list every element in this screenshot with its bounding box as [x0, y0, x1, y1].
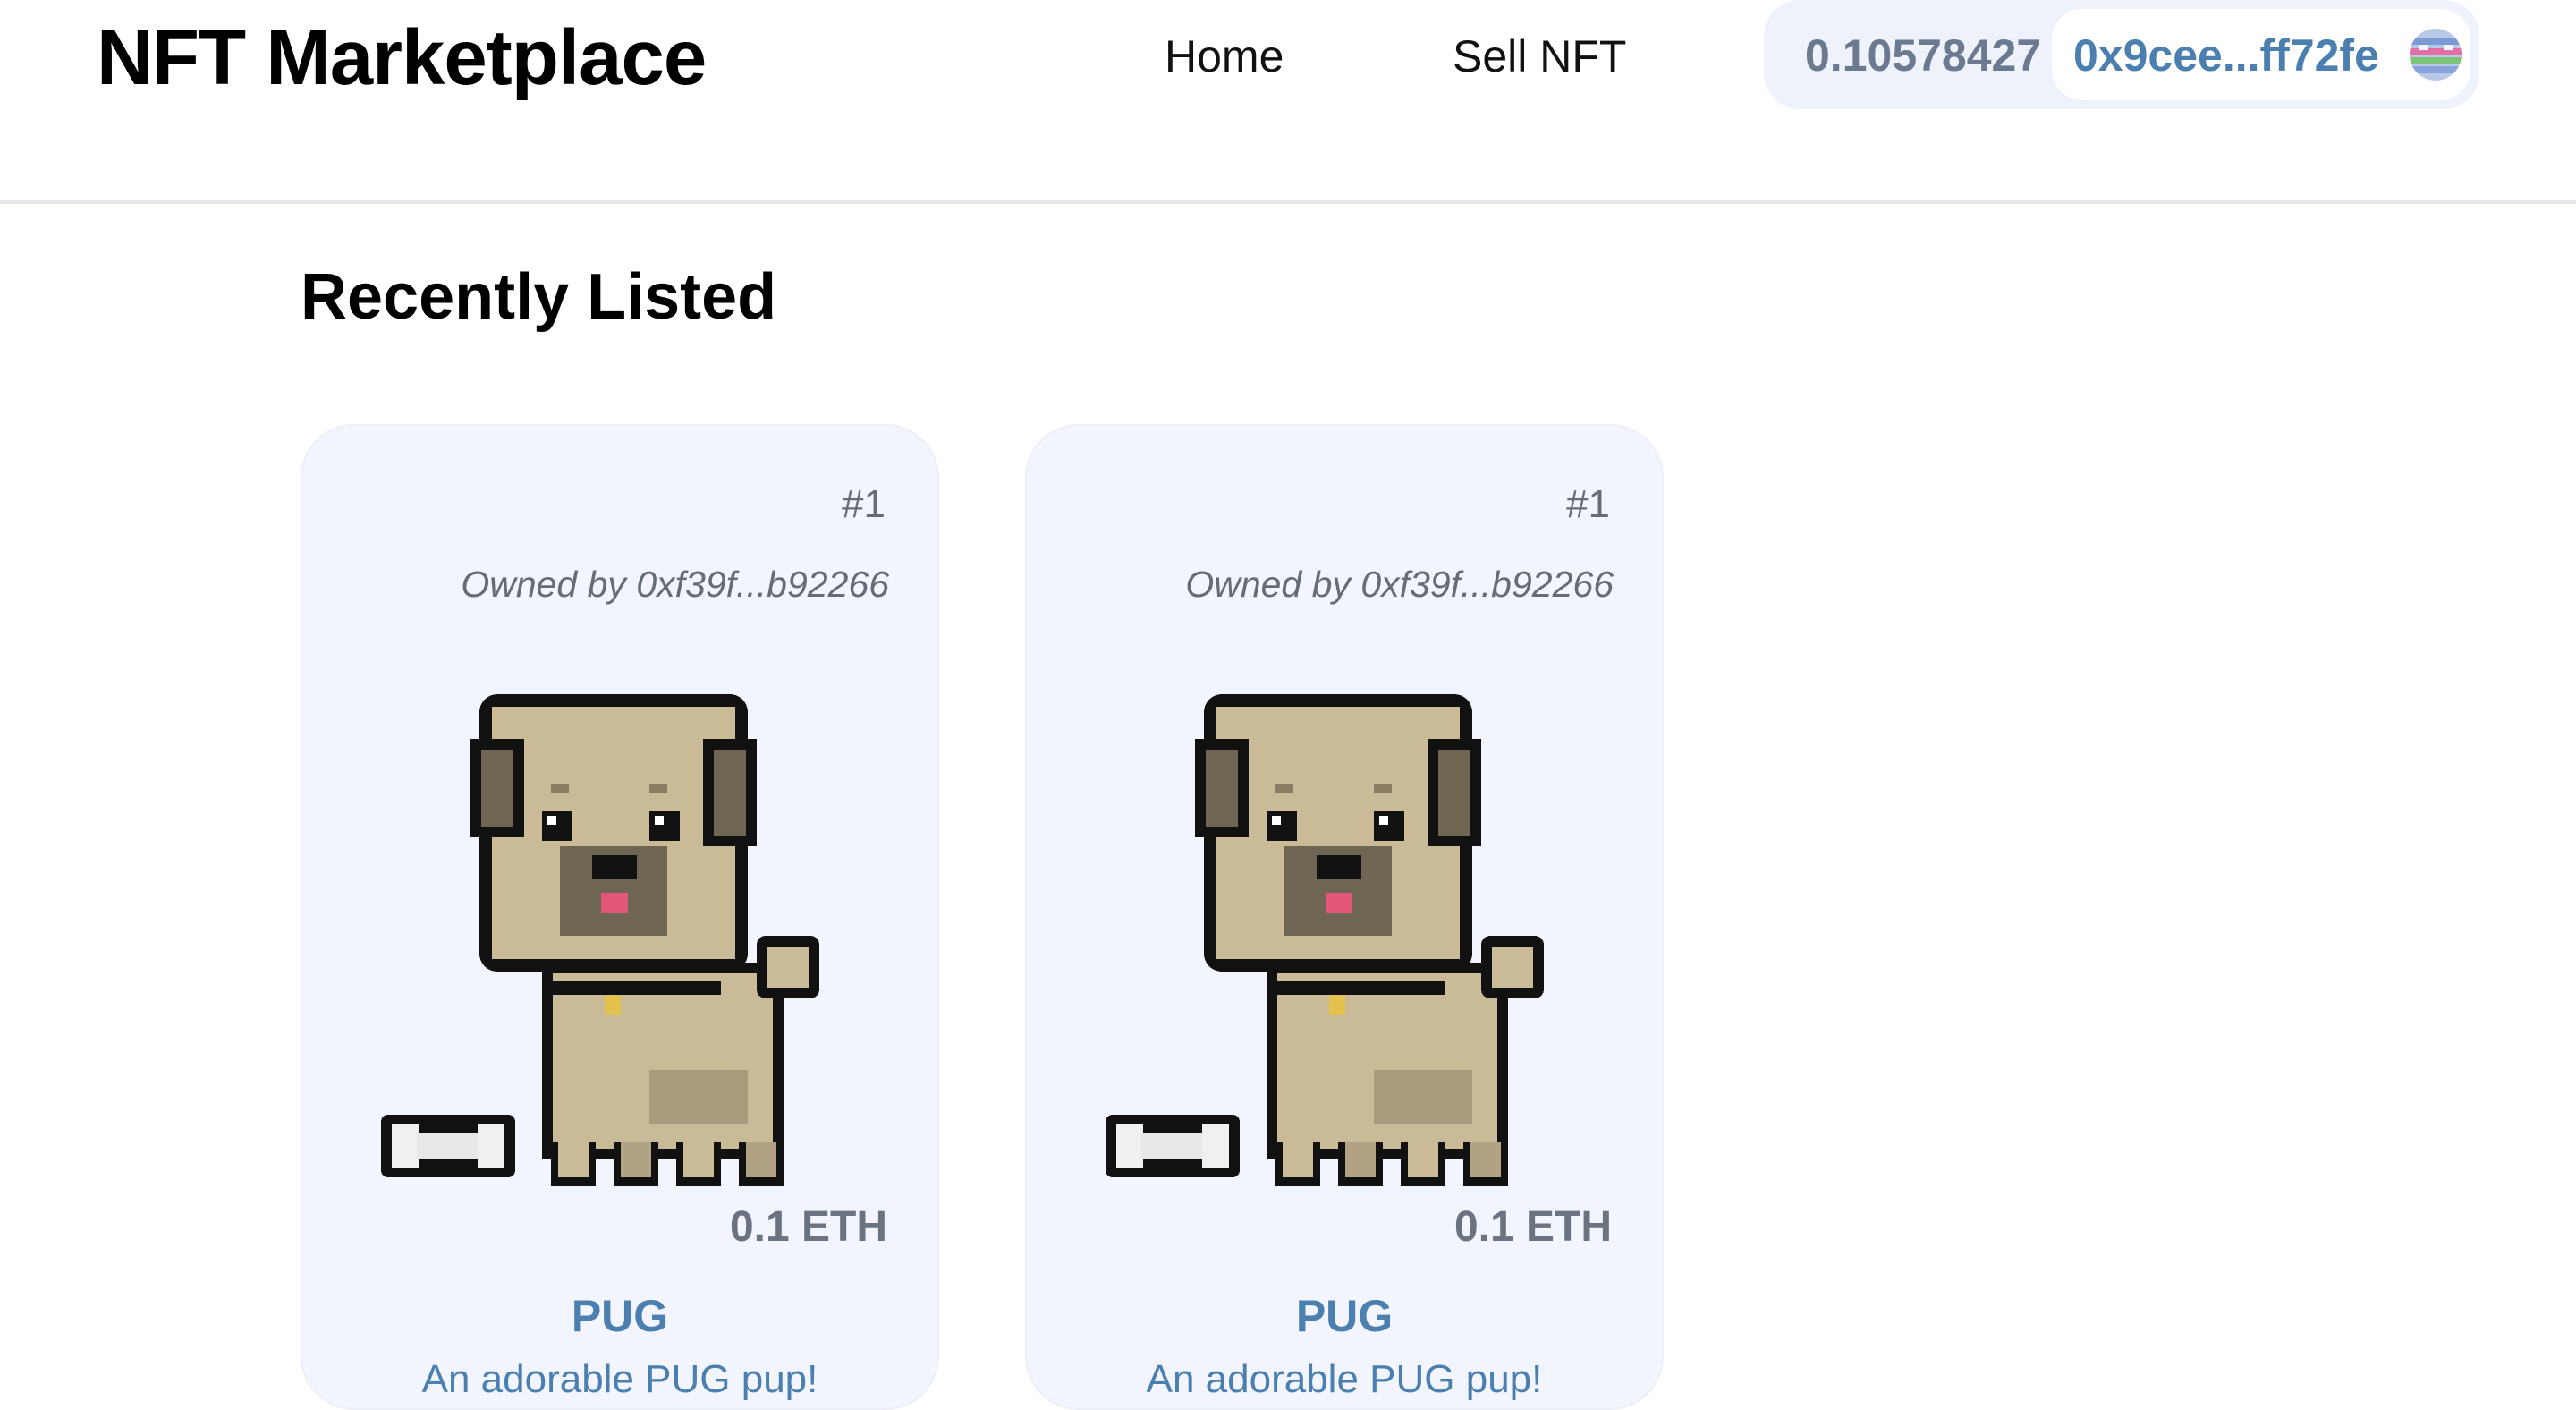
top-nav-bar: NFT Marketplace Home Sell NFT 0.10578427…: [0, 0, 2576, 204]
pixel-pug-image: [1106, 694, 1589, 1195]
page: NFT Marketplace Home Sell NFT 0.10578427…: [0, 0, 2576, 1410]
wallet-connect-widget[interactable]: 0.10578427 0x9cee...ff72fe: [1764, 0, 2479, 109]
nft-description: An adorable PUG pup!: [1146, 1357, 1543, 1401]
price-label: 0.1 ETH: [729, 1203, 887, 1251]
owner-label: Owned by 0xf39f...b92266: [461, 564, 889, 605]
avatar-icon: [2410, 29, 2462, 81]
nav-home-link[interactable]: Home: [1165, 25, 1284, 88]
nft-description: An adorable PUG pup!: [421, 1357, 818, 1401]
price-label: 0.1 ETH: [1453, 1203, 1612, 1251]
recently-listed-heading: Recently Listed: [301, 261, 777, 333]
brand-title: NFT Marketplace: [97, 14, 707, 101]
token-id: #1: [1566, 482, 1610, 526]
nft-name: PUG: [571, 1291, 669, 1341]
token-id: #1: [842, 482, 886, 526]
wallet-address: 0x9cee...ff72fe: [2073, 30, 2379, 81]
wallet-account-button[interactable]: 0x9cee...ff72fe: [2052, 9, 2470, 100]
nft-card[interactable]: #1 Owned by 0xf39f...b92266 0.1 ETH PUG …: [301, 424, 939, 1410]
nft-card[interactable]: #1 Owned by 0xf39f...b92266 0.1 ETH PUG …: [1025, 424, 1664, 1410]
wallet-balance: 0.10578427: [1805, 30, 2042, 81]
nav-sell-nft-link[interactable]: Sell NFT: [1453, 25, 1626, 88]
pixel-pug-image: [381, 694, 864, 1195]
nft-name: PUG: [1295, 1291, 1394, 1341]
owner-label: Owned by 0xf39f...b92266: [1185, 564, 1614, 605]
